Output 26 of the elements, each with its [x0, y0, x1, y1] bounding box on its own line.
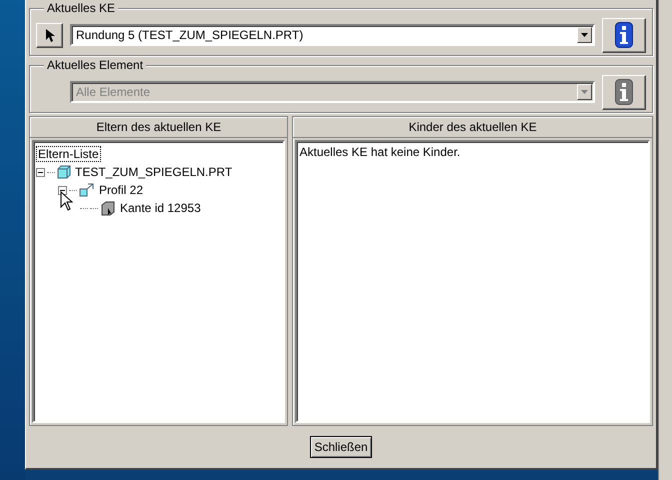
info-button[interactable]	[602, 18, 646, 52]
close-button[interactable]: Schließen	[310, 436, 372, 458]
dropdown[interactable]: Rundung 5 (TEST_ZUM_SPIEGELN.PRT)	[70, 24, 595, 46]
tree-item[interactable]: Kante id 12953	[120, 201, 201, 215]
tree-root[interactable]: Eltern-Liste	[36, 146, 101, 162]
tree-item[interactable]: TEST_ZUM_SPIEGELN.PRT	[75, 165, 232, 179]
mouse-cursor-icon	[60, 191, 73, 212]
sketch-icon	[79, 183, 95, 197]
tree-item[interactable]: Profil 22	[99, 183, 144, 197]
cube-icon	[57, 165, 71, 179]
minus-icon	[60, 188, 65, 192]
edge-icon	[100, 200, 116, 216]
minus-icon	[38, 170, 43, 174]
pointer-icon	[44, 28, 54, 42]
message-text: Aktuelles KE hat keine Kinder.	[299, 145, 460, 159]
info-icon	[615, 79, 633, 105]
dropdown-arrow-icon	[581, 33, 588, 37]
collapse-toggle[interactable]	[36, 168, 45, 176]
group-title: Aktuelles KE	[44, 1, 118, 15]
panel-header: Eltern des aktuellen KE	[30, 117, 288, 138]
group-title: Aktuelles Element	[44, 58, 146, 72]
dropdown-arrow-icon	[581, 90, 588, 94]
collapse-toggle[interactable]	[58, 186, 67, 194]
select-button[interactable]	[36, 22, 63, 48]
info-icon	[615, 22, 633, 48]
panel-header: Kinder des aktuellen KE	[293, 117, 652, 138]
